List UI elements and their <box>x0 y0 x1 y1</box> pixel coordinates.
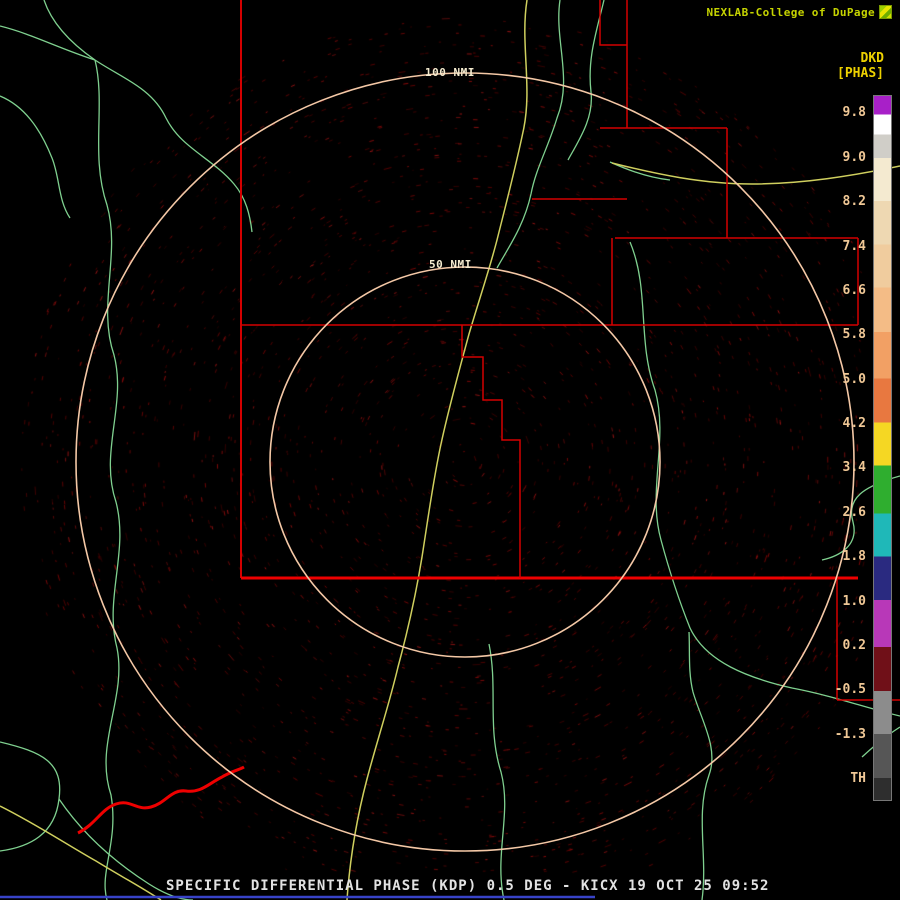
colorbar-label: 8.2 <box>806 195 866 209</box>
highway-lines <box>0 0 900 900</box>
colorbar-label: 1.8 <box>806 550 866 564</box>
range-rings <box>76 73 854 851</box>
river-lines <box>0 0 900 900</box>
map-overlay <box>0 0 900 900</box>
river-line <box>0 26 95 60</box>
colorbar-gradient <box>873 95 892 801</box>
river-line <box>95 60 252 232</box>
colorbar-label: 9.0 <box>806 151 866 165</box>
cod-logo-icon <box>879 5 892 19</box>
colorbar-label: 1.0 <box>806 595 866 609</box>
colorbar-label: 7.4 <box>806 240 866 254</box>
highway-line <box>347 0 527 900</box>
river-line <box>568 0 604 160</box>
range-ring-label-100nmi: 100 NMI <box>425 66 475 79</box>
river-line <box>497 0 564 268</box>
river-line <box>489 644 505 900</box>
colorbar-label: 6.6 <box>806 284 866 298</box>
colorbar-label: -1.3 <box>806 728 866 742</box>
colorbar-label: TH <box>806 772 866 786</box>
county-line <box>600 0 627 45</box>
colorbar-label: 0.2 <box>806 639 866 653</box>
highway-line <box>0 806 161 900</box>
river-line <box>95 60 120 900</box>
colorbar-label: -0.5 <box>806 683 866 697</box>
colorbar-label: 2.6 <box>806 506 866 520</box>
range-ring-label-50nmi: 50 NMI <box>429 258 472 271</box>
river-line <box>0 96 70 218</box>
colorbar-label: 9.8 <box>806 106 866 120</box>
county-boundary-lines <box>78 0 900 833</box>
range-ring-100nmi <box>76 73 854 851</box>
colorbar-label: 5.0 <box>806 373 866 387</box>
state-boundary-line <box>78 767 244 833</box>
county-line <box>462 325 520 578</box>
colorbar-labels: 9.8 9.0 8.2 7.4 6.6 5.8 5.0 4.2 3.4 2.6 1.8 1.0 0.2 -… <box>806 0 866 900</box>
colorbar-label: 5.8 <box>806 328 866 342</box>
radar-viewer: 100 NMI 50 NMI NEXLAB-College of DuPage … <box>0 0 900 900</box>
colorbar-label: 3.4 <box>806 461 866 475</box>
colorbar-label: 4.2 <box>806 417 866 431</box>
status-bar: SPECIFIC DIFFERENTIAL PHASE (KDP) 0.5 DE… <box>166 878 769 894</box>
